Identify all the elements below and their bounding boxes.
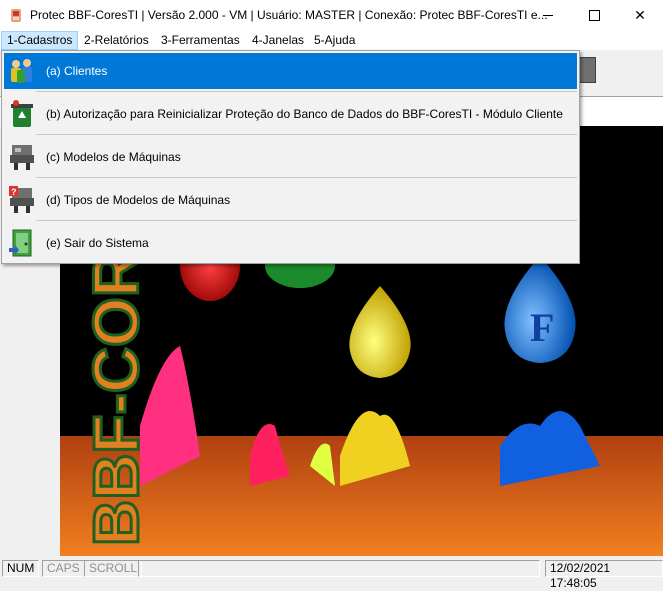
cadastros-dropdown: (a) Clientes (b) Autorização para Reinic… bbox=[1, 50, 580, 264]
menu-separator bbox=[36, 91, 577, 92]
window-title: Protec BBF-CoresTI | Versão 2.000 - VM |… bbox=[30, 8, 548, 22]
menu-separator bbox=[36, 220, 577, 221]
svg-text:?: ? bbox=[11, 187, 17, 197]
people-icon bbox=[11, 59, 32, 83]
menu-ajuda[interactable]: 5-Ajuda bbox=[309, 31, 360, 50]
menu-item-label: (b) Autorização para Reinicializar Prote… bbox=[46, 107, 563, 121]
menu-janelas[interactable]: 4-Janelas bbox=[247, 31, 309, 50]
maximize-icon bbox=[588, 10, 600, 21]
minimize-button[interactable] bbox=[525, 0, 571, 31]
status-bar: NUM CAPS SCROLL 12/02/2021 17:48:05 bbox=[0, 558, 663, 590]
status-scroll: SCROLL bbox=[84, 560, 143, 577]
menu-item-tipos-modelos[interactable]: ? (d) Tipos de Modelos de Máquinas bbox=[4, 182, 577, 218]
recycle-bin-icon bbox=[11, 100, 33, 127]
app-icon bbox=[11, 9, 21, 22]
maximize-button[interactable] bbox=[571, 0, 617, 31]
menu-item-sair[interactable]: (e) Sair do Sistema bbox=[4, 225, 577, 261]
status-datetime: 12/02/2021 17:48:05 bbox=[545, 560, 663, 590]
menu-ferramentas[interactable]: 3-Ferramentas bbox=[156, 31, 245, 50]
menu-item-label: (d) Tipos de Modelos de Máquinas bbox=[46, 193, 231, 207]
toolbar-button[interactable] bbox=[578, 57, 596, 83]
status-caps: CAPS bbox=[42, 560, 85, 577]
menu-item-modelos[interactable]: (c) Modelos de Máquinas bbox=[4, 139, 577, 175]
status-num: NUM bbox=[2, 560, 40, 577]
menu-cadastros[interactable]: 1-Cadastros bbox=[1, 31, 79, 50]
menu-separator bbox=[36, 134, 577, 135]
close-button[interactable]: ✕ bbox=[617, 0, 663, 31]
machine-question-icon: ? bbox=[9, 186, 34, 213]
drop-letter: F bbox=[530, 305, 554, 350]
exit-door-icon bbox=[9, 229, 32, 257]
menu-item-label: (e) Sair do Sistema bbox=[46, 236, 149, 250]
status-message bbox=[138, 560, 540, 577]
title-bar: Protec BBF-CoresTI | Versão 2.000 - VM |… bbox=[0, 0, 663, 32]
close-icon: ✕ bbox=[634, 7, 646, 23]
menu-relatorios[interactable]: 2-Relatórios bbox=[79, 31, 154, 50]
menu-bar: 1-Cadastros 2-Relatórios 3-Ferramentas 4… bbox=[0, 31, 663, 50]
minimize-icon bbox=[543, 15, 553, 16]
menu-item-autorizacao[interactable]: (b) Autorização para Reinicializar Prote… bbox=[4, 96, 577, 132]
menu-item-label: (c) Modelos de Máquinas bbox=[46, 150, 181, 164]
menu-item-label: (a) Clientes bbox=[46, 64, 108, 78]
menu-separator bbox=[36, 177, 577, 178]
menu-item-clientes[interactable]: (a) Clientes bbox=[4, 53, 577, 89]
machine-icon bbox=[10, 145, 34, 170]
